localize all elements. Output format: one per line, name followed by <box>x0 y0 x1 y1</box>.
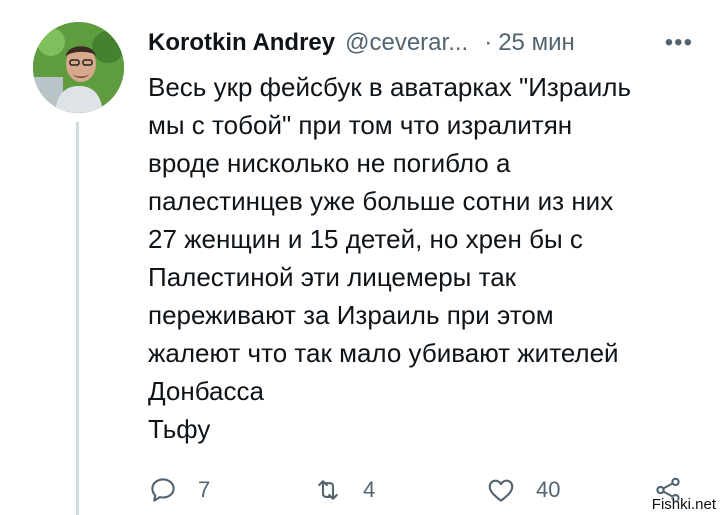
reply-icon <box>151 478 175 502</box>
retweet-icon <box>318 480 338 500</box>
tweet-text: Весь укр фейсбук в аватарках "Израиль мы… <box>148 72 631 444</box>
reply-count: 7 <box>198 477 211 502</box>
avatar-photo <box>33 22 124 113</box>
author-name[interactable]: Korotkin Andrey <box>148 29 335 57</box>
thread-line <box>76 122 79 515</box>
tweet-actions: 7 4 40 <box>148 470 708 510</box>
like-count: 40 <box>536 477 561 502</box>
reply-button[interactable]: 7 <box>148 470 210 510</box>
more-options-icon[interactable]: ••• <box>665 26 693 60</box>
tweet-header: Korotkin Andrey @ceverar... · 25 мин ••• <box>148 26 693 60</box>
author-handle[interactable]: @ceverar... <box>345 29 468 57</box>
retweet-button[interactable]: 4 <box>313 470 375 510</box>
separator-dot: · <box>484 29 493 56</box>
watermark: Fishki.net <box>651 496 716 513</box>
avatar[interactable] <box>33 22 124 113</box>
heart-icon <box>488 479 514 502</box>
retweet-count: 4 <box>363 477 376 502</box>
like-button[interactable]: 40 <box>486 470 560 510</box>
timestamp[interactable]: 25 мин <box>498 29 575 57</box>
